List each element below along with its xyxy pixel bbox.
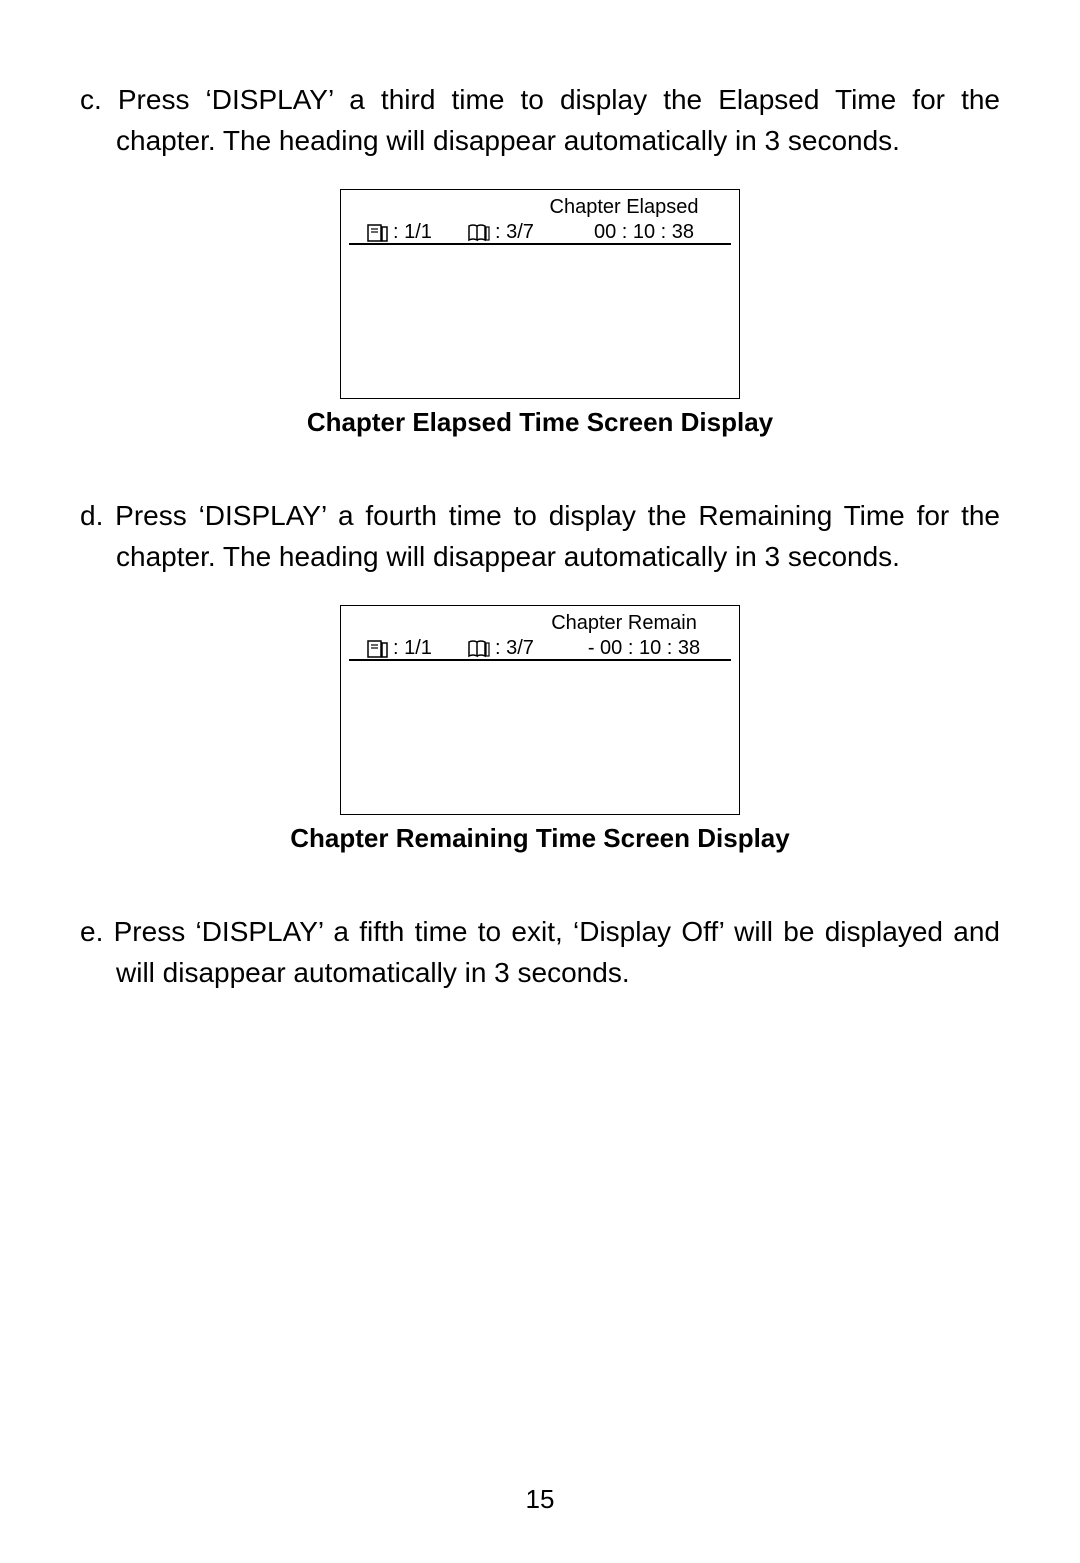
paragraph-d: d. Press ‘DISPLAY’ a fourth time to disp… xyxy=(80,496,1000,577)
box2-time-cell: - 00 : 10 : 38 xyxy=(569,637,719,660)
paragraph-c: c. Press ‘DISPLAY’ a third time to displ… xyxy=(80,80,1000,161)
box1-title-cell: : 1/1 xyxy=(367,221,432,244)
box2-header: Chapter Remain xyxy=(539,612,709,635)
box1-time-value: 00 : 10 : 38 xyxy=(594,221,694,244)
chapter-elapsed-display-box: Chapter Elapsed : 1/1 : 3 xyxy=(340,189,740,399)
page-number: 15 xyxy=(0,1484,1080,1515)
box2-title-cell: : 1/1 xyxy=(367,637,432,660)
box1-title-value: : 1/1 xyxy=(393,221,432,244)
box1-chapter-value: : 3/7 xyxy=(495,221,534,244)
caption-chapter-remain: Chapter Remaining Time Screen Display xyxy=(80,823,1000,854)
caption-chapter-elapsed: Chapter Elapsed Time Screen Display xyxy=(80,407,1000,438)
title-icon xyxy=(367,639,389,659)
chapter-icon xyxy=(467,223,491,243)
box1-chapter-cell: : 3/7 xyxy=(467,221,534,244)
box2-time-value: - 00 : 10 : 38 xyxy=(588,637,700,660)
box2-chapter-cell: : 3/7 xyxy=(467,637,534,660)
box2-title-value: : 1/1 xyxy=(393,637,432,660)
paragraph-e: e. Press ‘DISPLAY’ a fifth time to exit,… xyxy=(80,912,1000,993)
title-icon xyxy=(367,223,389,243)
box1-time-cell: 00 : 10 : 38 xyxy=(569,221,719,244)
box2-chapter-value: : 3/7 xyxy=(495,637,534,660)
box1-header: Chapter Elapsed xyxy=(539,196,709,219)
chapter-remain-display-box: Chapter Remain : 1/1 : 3/ xyxy=(340,605,740,815)
chapter-icon xyxy=(467,639,491,659)
